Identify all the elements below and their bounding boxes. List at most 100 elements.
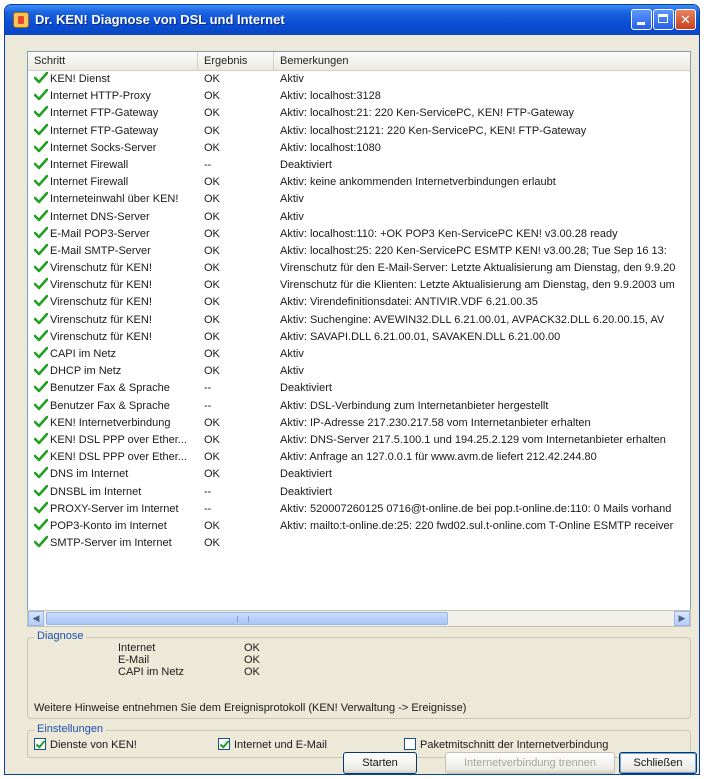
table-row[interactable]: Virenschutz für KEN! OK Aktiv: SAVAPI.DLL … — [28, 329, 690, 346]
check-icon — [34, 432, 48, 445]
scroll-left-button[interactable]: ◀ — [28, 611, 44, 626]
step-cell: PROXY-Server im Internet — [50, 502, 179, 515]
maximize-button[interactable] — [653, 9, 674, 30]
remark-cell: Aktiv: localhost:25: 220 Ken-ServicePC E… — [280, 244, 667, 257]
table-row[interactable]: Internet FTP-Gateway OK Aktiv: localhost:2… — [28, 105, 690, 122]
result-cell: OK — [204, 279, 220, 292]
step-cell: DNSBL im Internet — [50, 485, 142, 498]
remark-cell: Aktiv: localhost:3128 — [280, 90, 381, 103]
result-cell: OK — [204, 141, 220, 154]
remark-cell: Aktiv: localhost:2121: 220 Ken-ServicePC… — [280, 124, 587, 137]
result-cell: OK — [204, 73, 220, 85]
table-row[interactable]: Virenschutz für KEN! OK Aktiv: Virendefini… — [28, 294, 690, 311]
checkbox-box[interactable] — [404, 738, 416, 750]
table-row[interactable]: Virenschutz für KEN! OK Aktiv: Suchengine:… — [28, 312, 690, 329]
step-cell: E-Mail SMTP-Server — [50, 244, 151, 257]
column-header-result[interactable]: Ergebnis — [198, 52, 274, 70]
table-row[interactable]: Internet Firewall -- Deaktiviert — [28, 157, 690, 174]
remark-cell: Aktiv: Anfrage an 127.0.0.1 für www.avm.… — [280, 451, 597, 464]
check-icon — [34, 192, 48, 204]
diagnosis-list[interactable]: Schritt Ergebnis Bemerkungen KEN! Dienst… — [27, 51, 691, 611]
result-cell: OK — [204, 296, 220, 309]
table-row[interactable]: Benutzer Fax & Sprache -- Aktiv: DSL-Verbi… — [28, 398, 690, 415]
start-button[interactable]: Starten — [343, 752, 417, 774]
title-bar[interactable]: Dr. KEN! Diagnose von DSL und Internet ✕ — [5, 5, 699, 35]
check-icon — [34, 484, 48, 496]
table-row[interactable]: Internet HTTP-Proxy OK Aktiv: localhost:31… — [28, 88, 690, 105]
remark-cell: Aktiv — [280, 210, 304, 223]
check-icon — [34, 295, 48, 307]
column-header-step[interactable]: Schritt — [28, 52, 198, 70]
table-row[interactable]: KEN! DSL PPP over Ether... OK Aktiv: Anfra… — [28, 449, 690, 466]
table-row[interactable]: Internet DNS-Server OK Aktiv — [28, 209, 690, 226]
disconnect-button[interactable]: Internetverbindung trennen — [445, 752, 615, 774]
step-cell: KEN! DSL PPP over Ether... — [50, 451, 187, 464]
result-cell: OK — [204, 176, 220, 189]
close-window-button[interactable]: ✕ — [675, 9, 696, 30]
table-row[interactable]: Internet FTP-Gateway OK Aktiv: localhost:2… — [28, 123, 690, 140]
table-row[interactable]: DNSBL im Internet -- Deaktiviert — [28, 484, 690, 501]
table-row[interactable]: E-Mail POP3-Server OK Aktiv: localhost:110… — [28, 226, 690, 243]
remark-cell: Aktiv: IP-Adresse 217.230.217.58 vom Int… — [280, 416, 591, 429]
result-cell: -- — [204, 399, 212, 412]
table-row[interactable]: DHCP im Netz OK Aktiv — [28, 363, 690, 380]
checkbox-label: Dienste von KEN! — [50, 739, 137, 751]
step-cell: Virenschutz für KEN! — [50, 296, 152, 309]
table-row[interactable]: SMTP-Server im Internet OK — [28, 535, 690, 552]
maximize-icon — [658, 14, 668, 23]
remark-cell: Aktiv: Virendefinitionsdatei: ANTIVIR.VD… — [280, 296, 538, 309]
table-row[interactable]: Internet Firewall OK Aktiv: keine ankommen… — [28, 174, 690, 191]
table-row[interactable]: Virenschutz für KEN! OK Virenschutz für de… — [28, 260, 690, 277]
result-cell: OK — [204, 193, 220, 206]
diagnose-value: OK — [244, 654, 260, 666]
table-row[interactable]: PROXY-Server im Internet -- Aktiv: 5200072… — [28, 501, 690, 518]
table-row[interactable]: E-Mail SMTP-Server OK Aktiv: localhost:25:… — [28, 243, 690, 260]
minimize-button[interactable] — [631, 9, 652, 30]
table-row[interactable]: POP3-Konto im Internet OK Aktiv: mailto:t-… — [28, 518, 690, 535]
table-row[interactable]: Internet Socks-Server OK Aktiv: localhost:… — [28, 140, 690, 157]
step-cell: Internet FTP-Gateway — [50, 107, 159, 120]
check-icon — [34, 140, 48, 153]
table-row[interactable]: KEN! Internetverbindung OK Aktiv: IP-Adres… — [28, 415, 690, 432]
table-row[interactable]: Virenschutz für KEN! OK Virenschutz für di… — [28, 277, 690, 294]
remark-cell: Aktiv: localhost:21: 220 Ken-ServicePC, … — [280, 107, 575, 120]
table-row[interactable]: KEN! DSL PPP over Ether... OK Aktiv: DNS-S… — [28, 432, 690, 449]
step-cell: Interneteinwahl über KEN! — [50, 193, 179, 206]
horizontal-scrollbar[interactable]: ◀ ▶ — [27, 610, 691, 627]
grip-icon — [237, 616, 249, 622]
table-row[interactable]: DNS im Internet OK Deaktiviert — [28, 466, 690, 483]
remark-cell: Aktiv: keine ankommenden Internetverbind… — [280, 176, 556, 189]
result-cell: OK — [204, 451, 220, 464]
check-icon — [34, 381, 48, 393]
checkbox-box[interactable] — [34, 738, 46, 750]
app-icon — [13, 12, 29, 28]
step-cell: KEN! Internetverbindung — [50, 416, 171, 429]
checkbox-box[interactable] — [218, 738, 230, 750]
step-cell: Internet FTP-Gateway — [50, 124, 159, 137]
checkbox-internet-email[interactable]: Internet und E-Mail — [218, 738, 327, 751]
scroll-right-button[interactable]: ▶ — [674, 611, 690, 626]
remark-cell: Aktiv: 520007260125 0716@t-online.de bei… — [280, 502, 672, 515]
remark-cell: Virenschutz für die Klienten: Letzte Akt… — [280, 279, 675, 292]
result-cell: OK — [204, 416, 220, 429]
check-icon — [34, 536, 48, 548]
scrollbar-thumb[interactable] — [46, 612, 448, 625]
remark-cell: Deaktiviert — [280, 382, 332, 395]
result-cell: OK — [204, 433, 220, 446]
close-button[interactable]: Schließen — [619, 752, 697, 774]
checkbox-packet-capture[interactable]: Paketmitschnitt der Internetverbindung — [404, 738, 608, 751]
check-icon — [34, 501, 48, 513]
step-cell: Benutzer Fax & Sprache — [50, 382, 170, 395]
remark-cell: Aktiv: localhost:110: +OK POP3 Ken-Servi… — [280, 227, 618, 240]
result-cell: OK — [204, 227, 220, 240]
check-icon — [34, 398, 48, 410]
table-row[interactable]: CAPI im Netz OK Aktiv — [28, 346, 690, 363]
result-cell: OK — [204, 244, 220, 257]
result-cell: OK — [204, 537, 220, 550]
check-icon — [34, 278, 48, 290]
column-header-remarks[interactable]: Bemerkungen — [274, 52, 690, 70]
table-row[interactable]: Benutzer Fax & Sprache -- Deaktiviert — [28, 380, 690, 397]
table-row[interactable]: Interneteinwahl über KEN! OK Aktiv — [28, 191, 690, 208]
table-row[interactable]: KEN! Dienst OK Aktiv — [28, 71, 690, 88]
checkbox-ken-services[interactable]: Dienste von KEN! — [34, 738, 137, 751]
